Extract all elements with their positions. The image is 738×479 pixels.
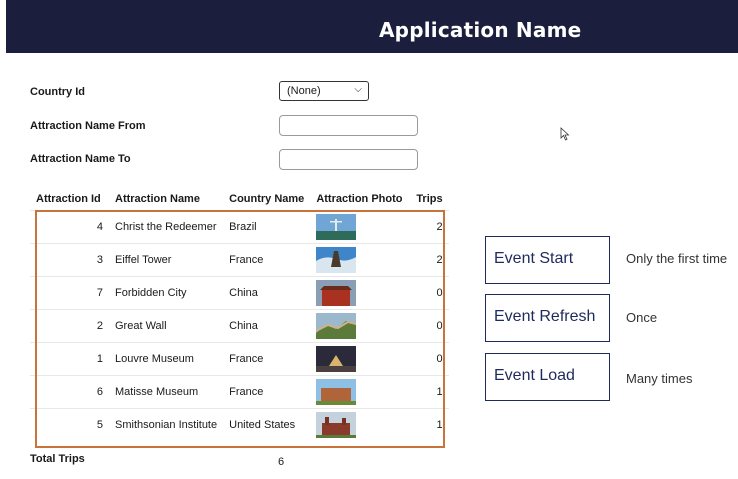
event-refresh-note: Once: [626, 310, 658, 325]
event-load-note: Many times: [626, 371, 693, 386]
app-header: Application Name: [6, 0, 738, 53]
event-start-box[interactable]: Event Start: [485, 236, 610, 284]
event-start-label: Event Start: [494, 250, 574, 267]
total-trips-value: 6: [278, 456, 285, 468]
col-header-attraction-id[interactable]: Attraction Id: [30, 188, 109, 211]
total-trips-label: Total Trips: [30, 453, 85, 465]
country-id-select[interactable]: (None) ⌵: [279, 81, 369, 101]
chevron-down-icon: ⌵: [354, 84, 362, 95]
col-header-trips[interactable]: Trips: [410, 188, 448, 211]
country-id-label: Country Id: [30, 86, 85, 98]
event-load-label: Event Load: [494, 367, 575, 384]
col-header-attraction-name[interactable]: Attraction Name: [109, 188, 223, 211]
attraction-name-from-label: Attraction Name From: [30, 120, 146, 132]
col-header-attraction-photo[interactable]: Attraction Photo: [310, 188, 410, 211]
event-refresh-box[interactable]: Event Refresh: [485, 294, 610, 342]
attraction-name-from-input[interactable]: [279, 115, 418, 136]
app-title: Application Name: [379, 18, 582, 42]
highlight-frame: [35, 210, 445, 448]
event-load-box[interactable]: Event Load: [485, 353, 610, 401]
event-refresh-label: Event Refresh: [494, 308, 596, 325]
grid-header-row: Attraction Id Attraction Name Country Na…: [30, 188, 449, 211]
attraction-name-to-input[interactable]: [279, 149, 418, 170]
country-id-value: (None): [287, 85, 321, 97]
col-header-country-name[interactable]: Country Name: [223, 188, 310, 211]
mouse-pointer-icon: [560, 127, 570, 141]
event-start-note: Only the first time: [626, 251, 728, 266]
attraction-name-to-label: Attraction Name To: [30, 153, 131, 165]
